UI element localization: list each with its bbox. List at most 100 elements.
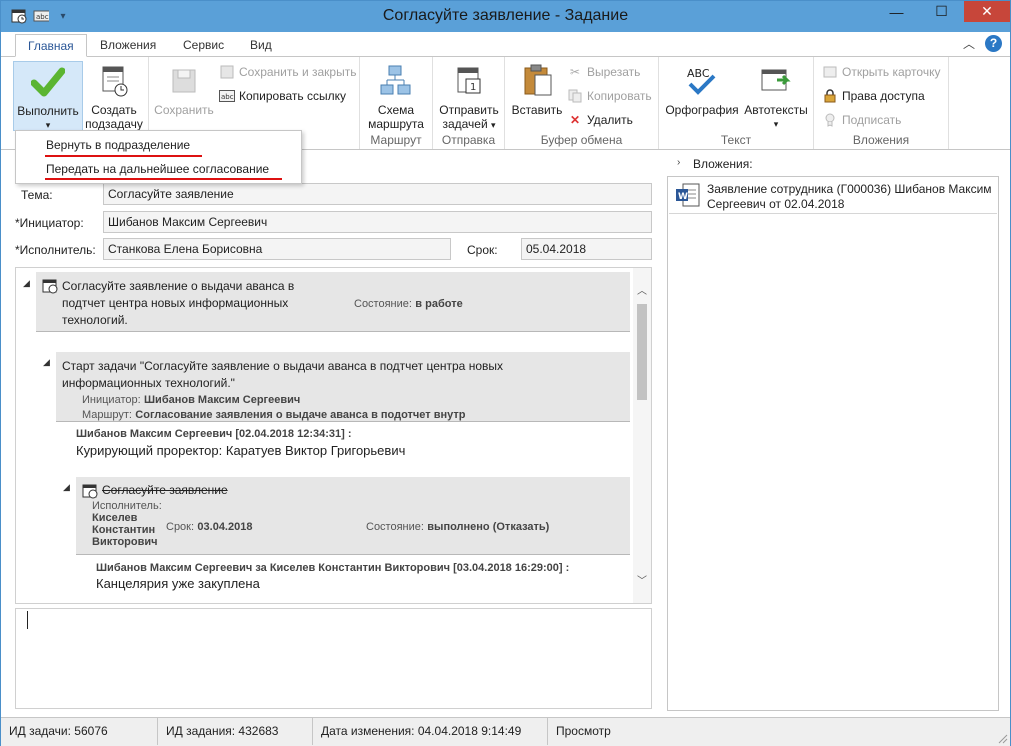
send-task-button[interactable]: 1 Отправить задачей ▾ [436, 61, 502, 132]
paste-icon [508, 61, 566, 101]
attachments-header[interactable]: › Вложения: [667, 153, 999, 175]
start-meta: Инициатор: Шибанов Максим Сергеевич Марш… [82, 392, 466, 422]
subtask-performer-l2: Константин [92, 524, 156, 536]
autotext-button[interactable]: Автотексты ▾ [741, 61, 811, 131]
copy-button[interactable]: Копировать [567, 87, 652, 105]
paste-button[interactable]: Вставить [508, 61, 566, 117]
save-button[interactable]: Сохранить [153, 61, 215, 117]
close-button[interactable]: ✕ [964, 1, 1010, 22]
status-job-id: ИД задания: 432683 [158, 718, 313, 745]
access-rights-button[interactable]: Права доступа [822, 87, 925, 105]
ribbon-tabs: Главная Вложения Сервис Вид ︿ ? [1, 32, 1010, 57]
route-scheme-l2: маршрута [368, 117, 424, 131]
status-modified: Дата изменения: 04.04.2018 9:14:49 [313, 718, 548, 745]
status-task-id: ИД задачи: 56076 [1, 718, 158, 745]
copy-label: Копировать [587, 89, 652, 103]
card-icon [822, 64, 838, 80]
minimize-button[interactable]: — [874, 1, 919, 22]
svg-text:ABC: ABC [687, 67, 710, 80]
spelling-button[interactable]: ABC Орфография [663, 61, 741, 117]
execute-label: Выполнить [17, 104, 79, 118]
scroll-down-icon[interactable]: ﹀ [637, 572, 647, 587]
initiator-field[interactable]: Шибанов Максим Сергеевич [103, 211, 652, 233]
attachments-header-label: Вложения: [693, 157, 753, 171]
return-underline [45, 155, 202, 157]
cut-button[interactable]: ✂ Вырезать [567, 63, 640, 81]
word-document-icon: W [675, 182, 701, 213]
task-state-label: Состояние: [354, 298, 412, 310]
help-icon[interactable]: ? [985, 35, 1002, 52]
subtask-performer-label: Исполнитель: [92, 500, 162, 512]
delete-icon: ✕ [569, 113, 581, 127]
tab-attachments[interactable]: Вложения [88, 34, 168, 57]
save-close-button[interactable]: Сохранить и закрыть [219, 63, 356, 81]
tab-view[interactable]: Вид [238, 34, 284, 57]
copy-link-label: Копировать ссылку [239, 89, 346, 103]
svg-text:1: 1 [470, 82, 476, 93]
task-state: Состояние: в работе [354, 296, 463, 310]
start-title-l1: Старт задачи "Согласуйте заявление о выд… [62, 359, 503, 373]
send-l2: задачей [442, 117, 488, 131]
group-attachments: Открыть карточку Права доступа Подписать… [814, 57, 949, 149]
subtask-state: Состояние: выполнено (Отказать) [366, 519, 549, 533]
subtask-performer: Исполнитель: Киселев Константин Викторов… [92, 500, 162, 548]
task-window: abc ▾ Согласуйте заявление - Задание — ☐… [0, 0, 1011, 746]
task-title-l3: технологий. [62, 313, 128, 327]
menu-item-forward[interactable]: Передать на дальнейшее согласование [46, 162, 269, 176]
collapse-start-toggle[interactable]: ◢ [43, 357, 50, 368]
text-caret [27, 611, 28, 629]
group-text: ABC Орфография Автотексты ▾ Текст [659, 57, 814, 149]
attachment-item[interactable]: W Заявление сотрудника (Г000036) Шибанов… [669, 178, 997, 214]
comment1-text: Курирующий проректор: Каратуев Виктор Гр… [76, 443, 406, 458]
group-send-label: Отправка [441, 133, 496, 147]
start-title-l2: информационных технологий." [62, 376, 235, 390]
route-scheme-button[interactable]: Схема маршрута [365, 61, 427, 131]
delete-label: Удалить [587, 113, 633, 127]
tab-home[interactable]: Главная [15, 34, 87, 57]
subtask-block: Согласуйте заявление Исполнитель: Киселе… [76, 477, 630, 555]
collapse-task-toggle[interactable]: ◢ [23, 278, 30, 289]
menu-item-return[interactable]: Вернуть в подразделение [46, 138, 190, 152]
svg-text:W: W [678, 192, 688, 202]
open-card-button[interactable]: Открыть карточку [822, 63, 940, 81]
subject-field[interactable]: Согласуйте заявление [103, 183, 652, 205]
chevron-right-icon[interactable]: › [677, 157, 680, 168]
execute-button[interactable]: Выполнить ▾ [13, 61, 83, 131]
spelling-icon: ABC [663, 61, 741, 101]
subtask-title: Согласуйте заявление [102, 483, 228, 497]
resize-grip-icon[interactable] [998, 734, 1008, 744]
spelling-label: Орфография [665, 103, 739, 117]
create-subtask-l1: Создать [91, 103, 137, 117]
performer-label: *Исполнитель: [15, 243, 96, 257]
attachment-name: Заявление сотрудника (Г000036) Шибанов М… [707, 182, 992, 212]
scroll-up-icon[interactable]: ︿ [637, 282, 647, 297]
maximize-button[interactable]: ☐ [919, 1, 964, 22]
copy-icon [567, 88, 583, 104]
task-icon [42, 278, 58, 297]
execute-dropdown-menu: Вернуть в подразделение Передать на даль… [15, 130, 302, 184]
collapse-subtask-toggle[interactable]: ◢ [63, 482, 70, 493]
task-state-value: в работе [415, 298, 463, 310]
floppy-icon [153, 61, 215, 101]
group-send: 1 Отправить задачей ▾ Отправка [433, 57, 505, 149]
comment2-text: Канцелярия уже закуплена [96, 576, 260, 591]
history-scroll-thumb[interactable] [637, 304, 647, 400]
comment-input[interactable] [15, 608, 652, 709]
autotext-label: Автотексты [744, 103, 808, 117]
sign-label: Подписать [842, 113, 902, 127]
collapse-ribbon-icon[interactable]: ︿ [963, 35, 975, 52]
group-text-label: Текст [720, 133, 752, 147]
group-clipboard: Вставить ✂ Вырезать Копировать ✕ Удалить… [505, 57, 659, 149]
history-scrollbar[interactable]: ︿ ﹀ [633, 268, 651, 603]
svg-text:abc: abc [221, 93, 234, 101]
sign-icon [822, 112, 838, 128]
delete-button[interactable]: ✕ Удалить [567, 111, 633, 129]
sign-button[interactable]: Подписать [822, 111, 901, 129]
performer-field[interactable]: Станкова Елена Борисовна [103, 238, 451, 260]
deadline-field[interactable]: 05.04.2018 [521, 238, 652, 260]
tab-service[interactable]: Сервис [171, 34, 236, 57]
subtask-deadline-value: 03.04.2018 [197, 521, 253, 533]
lock-icon [822, 88, 838, 104]
create-subtask-button[interactable]: Создать подзадачу [85, 61, 143, 131]
copy-link-button[interactable]: abc Копировать ссылку [219, 87, 346, 105]
